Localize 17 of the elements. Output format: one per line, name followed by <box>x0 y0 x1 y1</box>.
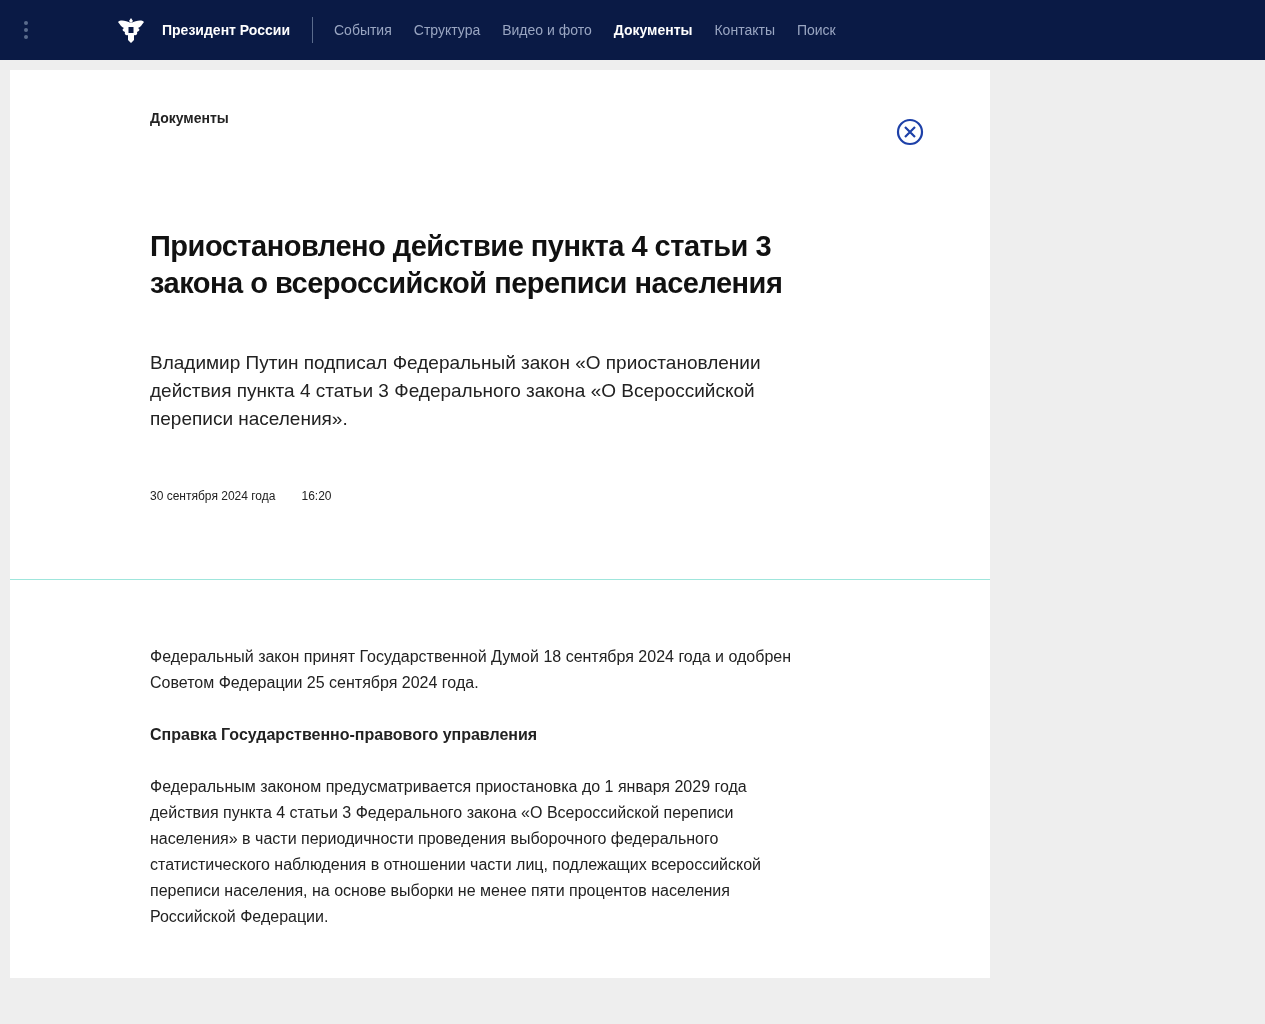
body-heading: Справка Государственно-правового управления <box>150 726 539 744</box>
body-paragraph: Федеральным законом предусматривается приостановка до 1 января 2029 года действия пункта 4 статьи 3 Федерального закона «О Всероссийской переписи населения» в части периодичности проведения выборочного федерального статистического наблюдения в отношении части лиц, подлежащих всероссийской переписи населения, на основе выборки не менее пяти процентов населения Российской Федерации. <box>150 777 763 927</box>
nav-link[interactable]: События <box>325 22 401 38</box>
nav-link[interactable]: Документы <box>604 22 702 38</box>
publish-date: 30 сентября 2024 года <box>150 489 276 503</box>
nav-link[interactable]: Видео и фото <box>493 22 601 38</box>
article-title: Приостановлено действие пункта 4 статьи 3 закона о всероссийской переписи населения <box>150 229 784 301</box>
close-icon[interactable] <box>896 118 924 146</box>
section-label: Документы <box>150 110 229 126</box>
nav-link[interactable]: Поиск <box>787 22 845 38</box>
nav-link[interactable]: Структура <box>404 22 490 38</box>
nav-link[interactable]: Контакты <box>705 22 784 38</box>
publish-time: 16:20 <box>301 489 332 503</box>
menu-icon[interactable] <box>24 21 28 39</box>
article-lead: Владимир Путин подписал Федеральный закон «О приостановлении действия пункта 4 статьи 3 Федерального закона «О Всероссийской переписи населения». <box>150 351 762 431</box>
site-title[interactable]: Президент России <box>162 22 290 38</box>
body-paragraph: Федеральный закон принят Государственной Думой 18 сентября 2024 года и одобрен Советом Федерации 25 сентября 2024 года. <box>150 647 793 693</box>
